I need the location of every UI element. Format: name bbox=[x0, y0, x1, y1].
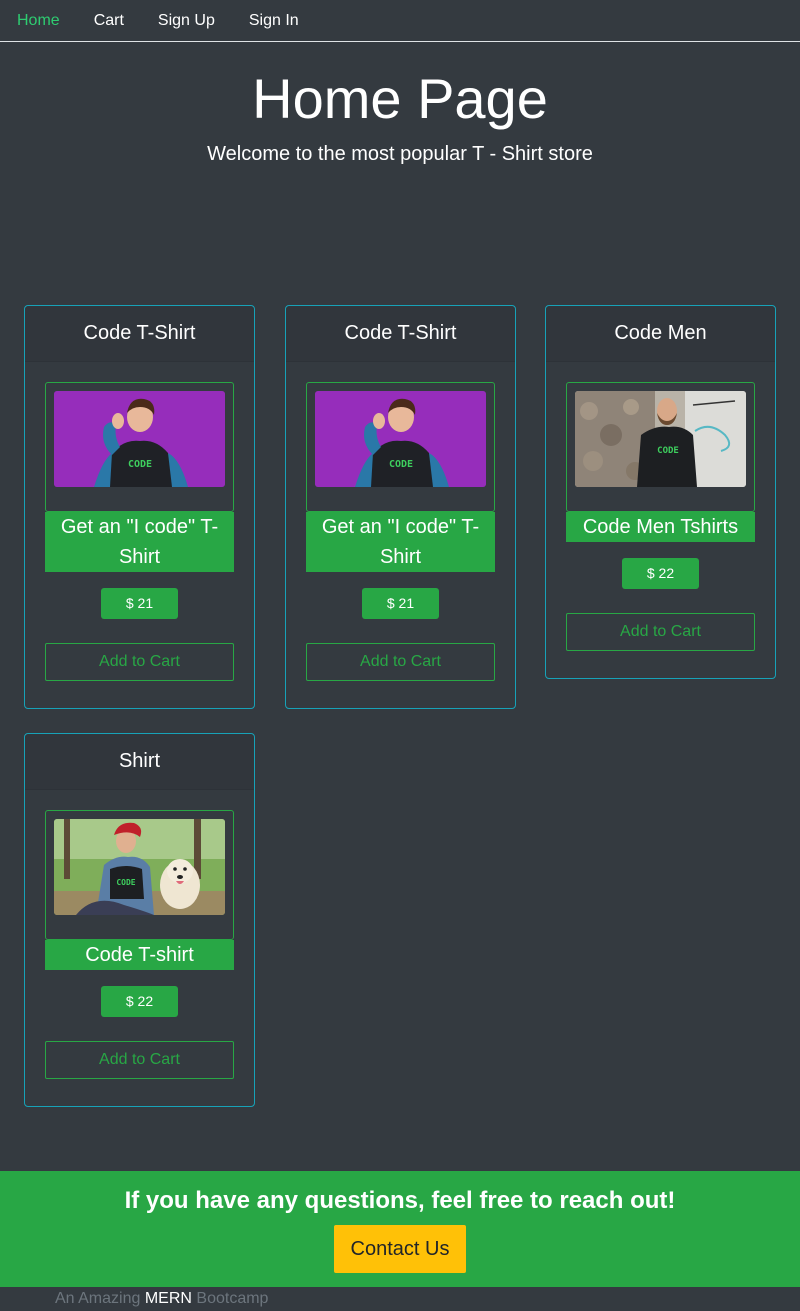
contact-banner: If you have any questions, feel free to … bbox=[0, 1171, 800, 1287]
product-image-frame: CODE bbox=[45, 810, 234, 940]
product-card: Code T-Shirt CODE Get an "I code" T-Shir… bbox=[285, 305, 516, 709]
product-image-frame: CODE bbox=[566, 382, 755, 512]
price-badge: $ 22 bbox=[101, 986, 178, 1017]
product-name: Shirt bbox=[25, 734, 254, 790]
nav-home[interactable]: Home bbox=[17, 11, 60, 31]
product-card: Shirt CODE Code T-shirt $ 22 Add to Cart bbox=[24, 733, 255, 1107]
navbar: Home Cart Sign Up Sign In bbox=[0, 0, 800, 42]
tagline-prefix: An Amazing bbox=[55, 1290, 141, 1307]
product-card: Code Men CODE Code Men Tshirts $ 22 Add … bbox=[545, 305, 776, 679]
price-badge: $ 21 bbox=[101, 588, 178, 619]
woman-purple-tshirt-image: CODE bbox=[54, 391, 225, 487]
man-wall-tshirt-image: CODE bbox=[575, 391, 746, 487]
add-to-cart-button[interactable]: Add to Cart bbox=[566, 613, 755, 651]
nav-sign-up[interactable]: Sign Up bbox=[158, 11, 215, 31]
page-subtitle: Welcome to the most popular T - Shirt st… bbox=[207, 143, 593, 165]
product-name: Code Men bbox=[546, 306, 775, 362]
price-badge: $ 22 bbox=[622, 558, 699, 589]
product-image-frame: CODE bbox=[306, 382, 495, 512]
product-description: Code T-shirt bbox=[45, 940, 234, 970]
price-badge: $ 21 bbox=[362, 588, 439, 619]
product-description: Get an "I code" T-Shirt bbox=[306, 512, 495, 572]
add-to-cart-button[interactable]: Add to Cart bbox=[45, 643, 234, 681]
product-description: Get an "I code" T-Shirt bbox=[45, 512, 234, 572]
contact-banner-title: If you have any questions, feel free to … bbox=[124, 1187, 676, 1214]
nav-sign-in[interactable]: Sign In bbox=[249, 11, 299, 31]
add-to-cart-button[interactable]: Add to Cart bbox=[306, 643, 495, 681]
woman-dog-tshirt-image: CODE bbox=[54, 819, 225, 915]
svg-text:CODE: CODE bbox=[657, 446, 679, 456]
svg-text:CODE: CODE bbox=[128, 459, 152, 470]
svg-text:CODE: CODE bbox=[389, 459, 413, 470]
add-to-cart-button[interactable]: Add to Cart bbox=[45, 1041, 234, 1079]
product-description: Code Men Tshirts bbox=[566, 512, 755, 542]
nav-cart[interactable]: Cart bbox=[94, 11, 124, 31]
contact-us-button[interactable]: Contact Us bbox=[334, 1225, 466, 1273]
page-title: Home Page bbox=[252, 67, 548, 130]
product-image-frame: CODE bbox=[45, 382, 234, 512]
woman-purple-tshirt-image: CODE bbox=[315, 391, 486, 487]
product-name: Code T-Shirt bbox=[286, 306, 515, 362]
product-card: Code T-Shirt CODE Get an "I code" T-Shir… bbox=[24, 305, 255, 709]
tagline-suffix: Bootcamp bbox=[196, 1290, 269, 1307]
svg-text:CODE: CODE bbox=[116, 878, 135, 887]
tagline-brand: MERN bbox=[144, 1290, 192, 1307]
footer-tagline: An Amazing MERN Bootcamp bbox=[55, 1289, 268, 1309]
product-name: Code T-Shirt bbox=[25, 306, 254, 362]
